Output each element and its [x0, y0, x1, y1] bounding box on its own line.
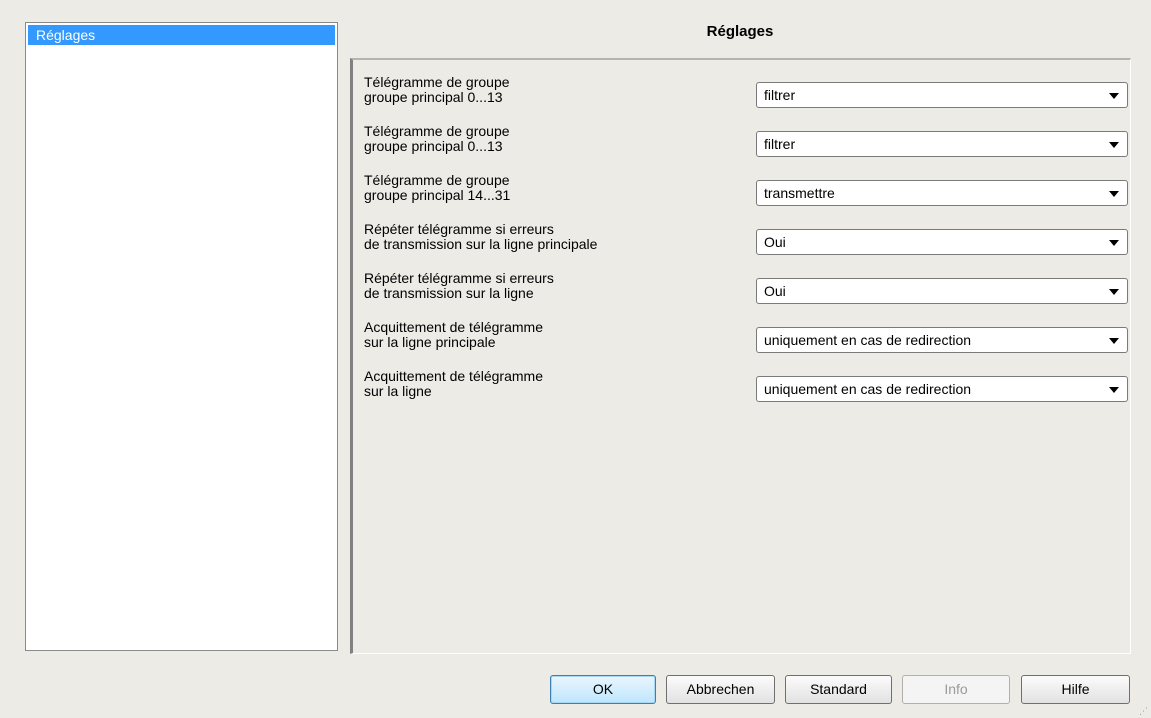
parameter-dropdown[interactable]: uniquement en cas de redirection [756, 327, 1128, 353]
page-title: Réglages [706, 23, 774, 40]
dropdown-value: Oui [764, 234, 786, 250]
parameter-row: Répéter télégramme si erreurs de transmi… [364, 271, 1129, 311]
parameter-dropdown[interactable]: transmettre [756, 180, 1128, 206]
ok-button[interactable]: OK [550, 675, 656, 704]
parameter-label-line2: groupe principal 14...31 [364, 187, 511, 203]
tree-item-reglages[interactable]: Réglages [28, 25, 335, 45]
chevron-down-icon [1109, 240, 1119, 246]
chevron-down-icon [1109, 191, 1119, 197]
parameter-label: Acquittement de télégramme sur la ligne … [364, 320, 754, 350]
dropdown-value: Oui [764, 283, 786, 299]
cancel-button[interactable]: Abbrechen [666, 675, 775, 704]
parameter-dropdown[interactable]: filtrer [756, 82, 1128, 108]
parameter-label-line1: Télégramme de groupe [364, 74, 510, 90]
dropdown-value: filtrer [764, 136, 796, 152]
dropdown-value: transmettre [764, 185, 835, 201]
tree-item-label: Réglages [36, 27, 96, 43]
parameter-label: Répéter télégramme si erreurs de transmi… [364, 271, 754, 301]
parameter-label-line2: groupe principal 0...13 [364, 89, 503, 105]
parameter-label-line2: de transmission sur la ligne [364, 285, 534, 301]
parameter-label: Télégramme de groupe groupe principal 0.… [364, 75, 754, 105]
parameter-label: Télégramme de groupe groupe principal 14… [364, 173, 754, 203]
parameter-label-line2: sur la ligne [364, 383, 432, 399]
parameter-label-line2: de transmission sur la ligne principale [364, 236, 598, 252]
chevron-down-icon [1109, 387, 1119, 393]
info-button: Info [902, 675, 1010, 704]
chevron-down-icon [1109, 289, 1119, 295]
chevron-down-icon [1109, 93, 1119, 99]
parameter-label: Répéter télégramme si erreurs de transmi… [364, 222, 754, 252]
parameter-tree: Réglages [25, 22, 338, 651]
parameter-row: Télégramme de groupe groupe principal 14… [364, 173, 1129, 213]
standard-button[interactable]: Standard [785, 675, 892, 704]
parameter-label: Télégramme de groupe groupe principal 0.… [364, 124, 754, 154]
parameter-label-line1: Télégramme de groupe [364, 123, 510, 139]
parameter-label-line1: Télégramme de groupe [364, 172, 510, 188]
parameter-panel: Télégramme de groupe groupe principal 0.… [350, 58, 1131, 654]
parameter-label-line1: Répéter télégramme si erreurs [364, 270, 554, 286]
parameter-dropdown[interactable]: uniquement en cas de redirection [756, 376, 1128, 402]
parameter-row: Télégramme de groupe groupe principal 0.… [364, 124, 1129, 164]
chevron-down-icon [1109, 142, 1119, 148]
parameter-label-line1: Acquittement de télégramme [364, 368, 543, 384]
parameter-dropdown[interactable]: Oui [756, 278, 1128, 304]
dropdown-value: uniquement en cas de redirection [764, 381, 972, 397]
parameter-label-line1: Acquittement de télégramme [364, 319, 543, 335]
parameter-dropdown[interactable]: Oui [756, 229, 1128, 255]
parameter-label-line2: sur la ligne principale [364, 334, 496, 350]
parameter-row: Acquittement de télégramme sur la ligne … [364, 320, 1129, 360]
help-button[interactable]: Hilfe [1021, 675, 1130, 704]
parameter-label-line2: groupe principal 0...13 [364, 138, 503, 154]
parameter-dropdown[interactable]: filtrer [756, 131, 1128, 157]
parameter-row: Répéter télégramme si erreurs de transmi… [364, 222, 1129, 262]
parameter-row: Acquittement de télégramme sur la ligne … [364, 369, 1129, 409]
dropdown-value: filtrer [764, 87, 796, 103]
parameter-label: Acquittement de télégramme sur la ligne [364, 369, 754, 399]
parameter-label-line1: Répéter télégramme si erreurs [364, 221, 554, 237]
chevron-down-icon [1109, 338, 1119, 344]
parameter-row: Télégramme de groupe groupe principal 0.… [364, 75, 1129, 115]
resize-grip-icon[interactable]: ⋰ [1139, 706, 1149, 716]
dropdown-value: uniquement en cas de redirection [764, 332, 972, 348]
